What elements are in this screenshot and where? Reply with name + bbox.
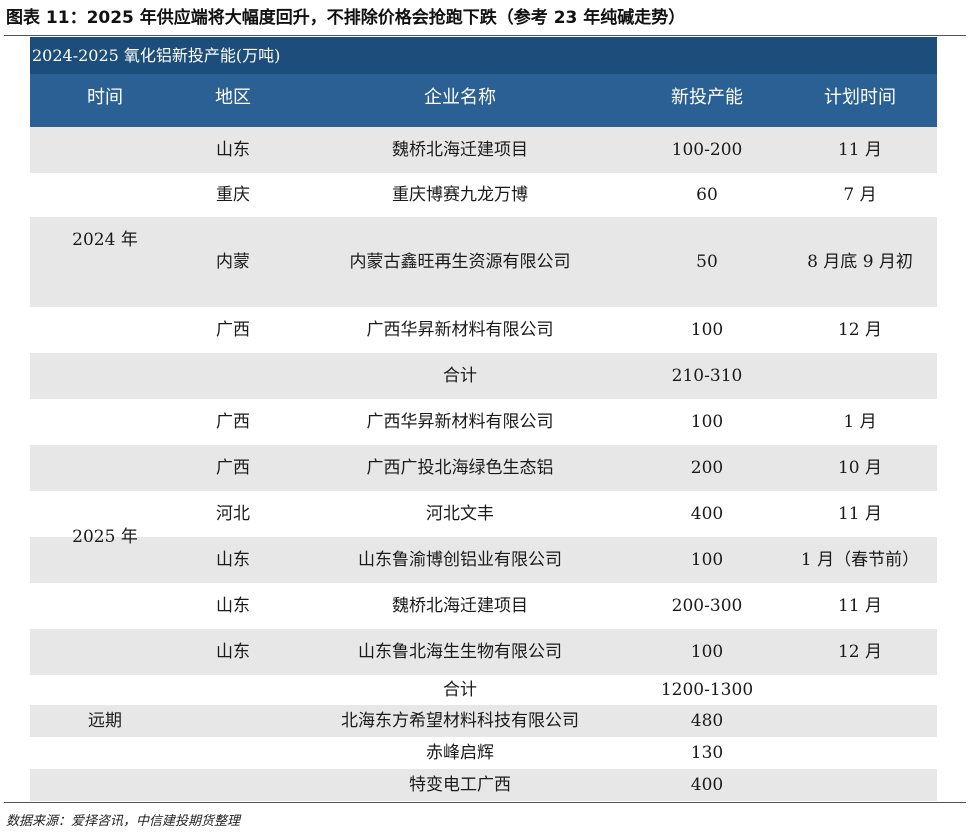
- cell-plan: 11 月: [837, 596, 883, 616]
- header-period: 时间: [87, 87, 123, 108]
- cell-capacity: 200: [690, 458, 724, 478]
- cell-capacity: 100: [690, 550, 724, 570]
- header-company: 企业名称: [424, 87, 496, 108]
- table-row: 山东 魏桥北海迁建项目 100-200 11 月: [30, 127, 937, 173]
- table-row: 河北 河北文丰 400 11 月: [30, 491, 937, 537]
- cell-region: 广西: [216, 458, 250, 478]
- cell-capacity: 210-310: [671, 366, 743, 386]
- table-row: 北海东方希望材料科技有限公司 480: [30, 705, 937, 737]
- cell-capacity: 100: [690, 320, 724, 340]
- period-label: 2025 年: [72, 527, 138, 547]
- cell-capacity: 480: [690, 711, 724, 731]
- cell-company: 山东鲁北海生生物有限公司: [358, 642, 562, 662]
- top-rule: [4, 35, 966, 36]
- cell-plan: 7 月: [843, 185, 877, 205]
- cell-capacity: 1200-1300: [660, 680, 754, 700]
- capacity-table: 2024-2025 氧化铝新投产能(万吨) 时间 地区 企业名称 新投产能 计划…: [30, 37, 937, 801]
- cell-capacity: 100: [690, 412, 724, 432]
- total-row: 合计 210-310: [30, 353, 937, 399]
- cell-company: 合计: [443, 366, 477, 386]
- cell-company: 特变电工广西: [409, 775, 511, 795]
- cell-company: 北海东方希望材料科技有限公司: [341, 711, 579, 731]
- cell-region: 河北: [216, 504, 250, 524]
- cell-plan: 11 月: [837, 140, 883, 160]
- cell-region: 广西: [216, 412, 250, 432]
- table-row: 特变电工广西 400: [30, 769, 937, 801]
- cell-capacity: 130: [690, 743, 724, 763]
- cell-plan: 1 月（春节前）: [800, 550, 920, 570]
- period-label: 远期: [88, 711, 122, 731]
- table-row: 广西 广西华昇新材料有限公司 100 12 月: [30, 307, 937, 353]
- total-row: 合计 1200-1300: [30, 675, 937, 705]
- cell-region: 广西: [216, 320, 250, 340]
- table-row: 山东 山东鲁渝博创铝业有限公司 100 1 月（春节前）: [30, 537, 937, 583]
- table-row: 广西 广西广投北海绿色生态铝 200 10 月: [30, 445, 937, 491]
- cell-company: 广西广投北海绿色生态铝: [366, 458, 554, 478]
- cell-region: 山东: [216, 596, 250, 616]
- cell-plan: 10 月: [837, 458, 883, 478]
- table-caption: 2024-2025 氧化铝新投产能(万吨): [30, 37, 937, 74]
- period-label: 2024 年: [72, 230, 138, 250]
- cell-company: 广西华昇新材料有限公司: [366, 320, 554, 340]
- cell-capacity: 400: [690, 504, 724, 524]
- table-row: 广西 广西华昇新材料有限公司 100 1 月: [30, 399, 937, 445]
- cell-capacity: 60: [696, 185, 718, 205]
- table-body: 山东 魏桥北海迁建项目 100-200 11 月重庆 重庆博赛九龙万博 60 7 月内蒙 内蒙…: [30, 127, 937, 801]
- cell-capacity: 100-200: [671, 140, 743, 160]
- cell-plan: 12 月: [837, 642, 883, 662]
- figure-title: 图表 11：2025 年供应端将大幅度回升，不排除价格会抢跑下跌（参考 23 年…: [6, 8, 686, 28]
- cell-plan: 1 月: [843, 412, 877, 432]
- cell-capacity: 100: [690, 642, 724, 662]
- bottom-rule: [4, 802, 966, 803]
- cell-company: 内蒙古鑫旺再生资源有限公司: [349, 252, 571, 272]
- cell-region: 山东: [216, 642, 250, 662]
- source-note: 数据来源：爱择咨讯，中信建投期货整理: [6, 814, 241, 829]
- cell-region: 山东: [216, 550, 250, 570]
- table-row: 山东 魏桥北海迁建项目 200-300 11 月: [30, 583, 937, 629]
- cell-company: 合计: [443, 680, 477, 700]
- header-capacity: 新投产能: [671, 87, 743, 108]
- cell-region: 重庆: [216, 185, 250, 205]
- table-row: 赤峰启辉 130: [30, 737, 937, 769]
- cell-company: 赤峰启辉: [426, 743, 494, 763]
- cell-company: 重庆博赛九龙万博: [392, 185, 528, 205]
- cell-plan: 12 月: [837, 320, 883, 340]
- cell-plan: 11 月: [837, 504, 883, 524]
- table-row: 重庆 重庆博赛九龙万博 60 7 月: [30, 173, 937, 217]
- cell-capacity: 400: [690, 775, 724, 795]
- header-region: 地区: [215, 87, 251, 108]
- cell-company: 河北文丰: [426, 504, 494, 524]
- cell-capacity: 50: [696, 252, 718, 272]
- table-row: 山东 山东鲁北海生生物有限公司 100 12 月: [30, 629, 937, 675]
- header-plan: 计划时间: [824, 87, 896, 108]
- cell-plan: 8 月底 9 月初: [807, 252, 913, 272]
- cell-company: 山东鲁渝博创铝业有限公司: [358, 550, 562, 570]
- cell-company: 魏桥北海迁建项目: [392, 140, 528, 160]
- table-row: 内蒙 内蒙古鑫旺再生资源有限公司 50 8 月底 9 月初: [30, 217, 937, 307]
- table-header: 时间 地区 企业名称 新投产能 计划时间: [30, 74, 937, 127]
- cell-company: 魏桥北海迁建项目: [392, 596, 528, 616]
- cell-region: 内蒙: [216, 252, 250, 272]
- cell-region: 山东: [216, 140, 250, 160]
- cell-company: 广西华昇新材料有限公司: [366, 412, 554, 432]
- cell-capacity: 200-300: [671, 596, 743, 616]
